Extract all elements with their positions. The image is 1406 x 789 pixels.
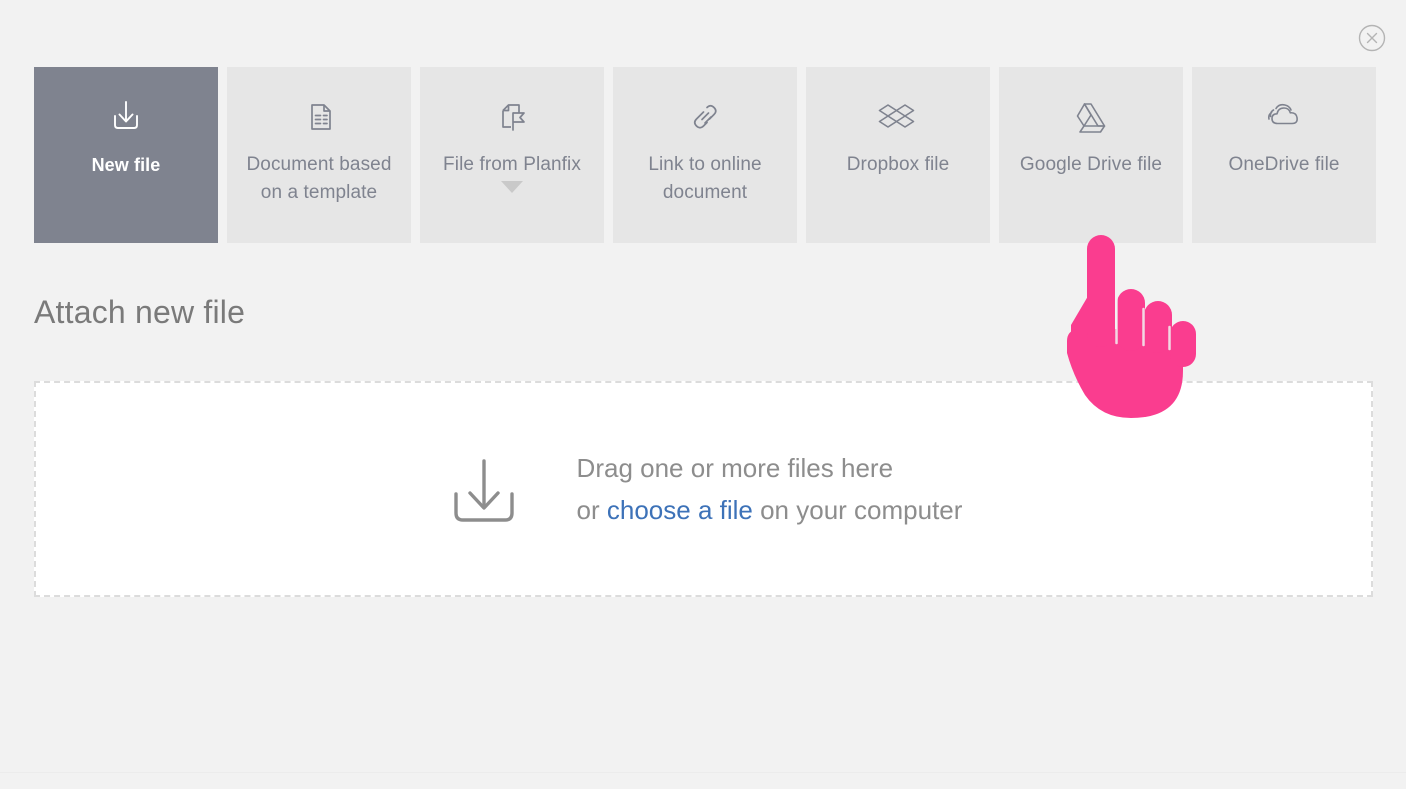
close-button[interactable] — [1358, 24, 1386, 52]
close-circle-icon — [1358, 24, 1386, 52]
bottom-divider — [0, 772, 1406, 773]
document-flag-icon — [492, 93, 532, 139]
tab-file-from-planfix[interactable]: File from Planfix — [420, 67, 604, 243]
tab-dropbox-file[interactable]: Dropbox file — [806, 67, 990, 243]
tab-onedrive-file[interactable]: OneDrive file — [1192, 67, 1376, 243]
file-drop-zone[interactable]: Drag one or more files here or choose a … — [34, 381, 1373, 597]
drop-zone-text: Drag one or more files here or choose a … — [577, 447, 963, 531]
chevron-down-icon[interactable] — [501, 181, 523, 193]
tab-label: File from Planfix — [443, 154, 581, 175]
document-lines-icon — [299, 93, 339, 139]
tab-label: Google Drive file — [1019, 154, 1163, 175]
tab-label: Dropbox file — [846, 154, 950, 175]
drop-zone-line-1: Drag one or more files here — [576, 453, 894, 483]
tab-label: New file — [91, 155, 161, 175]
page-title: Attach new file — [34, 294, 246, 330]
download-tray-icon — [445, 451, 523, 529]
tab-link-to-online-document[interactable]: Link to online document — [613, 67, 797, 243]
choose-a-file-link[interactable]: choose a file — [607, 495, 753, 525]
download-tray-icon — [106, 93, 146, 139]
dropbox-icon — [876, 93, 920, 139]
tab-label: OneDrive file — [1228, 154, 1340, 175]
drop-zone-line-2: or choose a file on your computer — [577, 489, 963, 531]
tab-google-drive-file[interactable]: Google Drive file — [999, 67, 1183, 243]
tab-document-from-template[interactable]: Document based on a template — [227, 67, 411, 243]
tab-label: Document based on a template — [246, 154, 392, 203]
tab-label: Link to online document — [648, 154, 762, 203]
drop-zone-line2-prefix: or — [576, 495, 607, 525]
attachment-source-tabs: New file Document based on a template Fi… — [34, 67, 1376, 243]
google-drive-icon — [1069, 93, 1113, 139]
tab-new-file[interactable]: New file — [34, 67, 218, 243]
onedrive-cloud-icon — [1260, 93, 1308, 139]
drop-zone-line2-suffix: on your computer — [752, 495, 963, 525]
chain-link-icon — [685, 93, 725, 139]
